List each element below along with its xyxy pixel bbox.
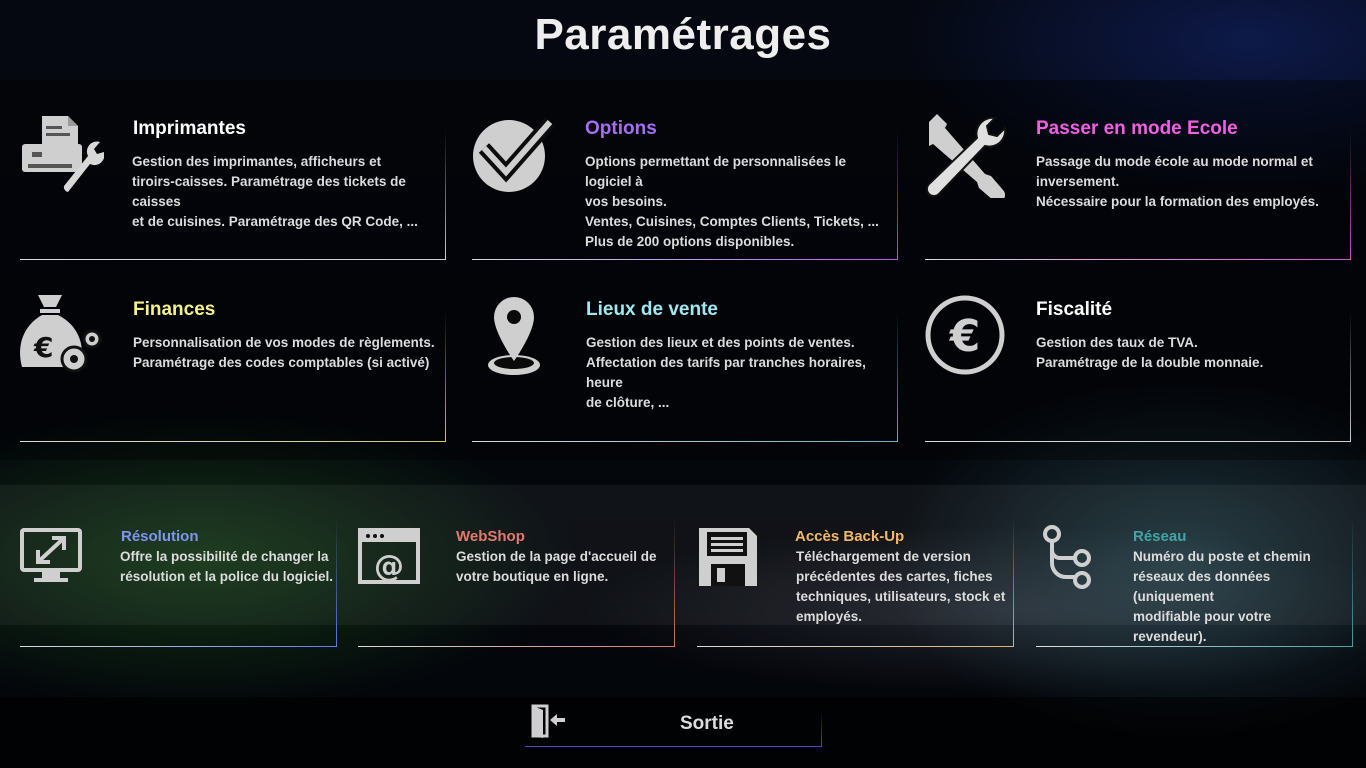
tile-edge [897, 312, 898, 442]
exit-edge [821, 711, 822, 747]
tile-edge [1350, 312, 1351, 442]
svg-text:€: € [949, 311, 981, 362]
tile-reseau[interactable]: Réseau Numéro du poste et chemin réseaux … [1036, 517, 1353, 647]
tile-underline [20, 259, 446, 260]
tile-description: Gestion des taux de TVA. Paramétrage de l… [1036, 335, 1264, 370]
tile-underline [925, 259, 1351, 260]
tile-underline [925, 441, 1351, 442]
tile-mode-ecole[interactable]: Passer en mode Ecole Passage du mode éco… [925, 110, 1351, 260]
tile-edge [445, 312, 446, 442]
tile-fiscalite[interactable]: € Fiscalité Gestion des taux de TVA. Para… [925, 291, 1351, 442]
tile-description: Téléchargement de version précédentes des… [796, 549, 1006, 624]
svg-text:@: @ [374, 549, 404, 584]
tile-edge [445, 130, 446, 260]
map-pin-icon [486, 295, 542, 377]
tile-underline [20, 441, 446, 442]
tile-underline [20, 646, 337, 647]
euro-circle-icon: € [925, 295, 1007, 377]
exit-door-icon [531, 704, 567, 743]
tile-edge [336, 517, 337, 647]
tile-title: Fiscalité [1036, 299, 1113, 320]
network-branch-icon [1040, 524, 1096, 590]
tile-underline [472, 441, 898, 442]
tile-title: Lieux de vente [586, 299, 718, 320]
tile-description: Gestion des imprimantes, afficheurs et ti… [132, 154, 418, 229]
tile-underline [358, 646, 675, 647]
exit-underline [525, 746, 822, 747]
tile-title: Passer en mode Ecole [1036, 118, 1238, 139]
checkmark-circle-icon [472, 118, 556, 194]
tools-icon [925, 112, 1009, 198]
tile-title: Options [585, 118, 657, 139]
tile-underline [697, 646, 1014, 647]
tile-description: Personnalisation de vos modes de règleme… [133, 335, 435, 370]
tile-description: Passage du mode école au mode normal et i… [1036, 154, 1319, 209]
tile-title: Accès Back-Up [795, 528, 905, 545]
tile-webshop[interactable]: @ WebShop Gestion de la page d'accueil d… [358, 517, 675, 647]
monitor-resize-icon [20, 528, 82, 584]
tile-edge [897, 130, 898, 260]
tile-title: Finances [133, 299, 216, 320]
tile-title: Résolution [121, 528, 199, 545]
tile-description: Gestion des lieux et des points de vente… [586, 335, 866, 410]
tile-finances[interactable]: € Finances Personnalisation de vos modes… [20, 291, 446, 442]
tile-description: Offre la possibilité de changer la résolu… [120, 549, 334, 584]
web-browser-at-icon: @ [358, 528, 420, 584]
tile-title: WebShop [456, 528, 525, 545]
tile-underline [1036, 646, 1353, 647]
tile-edge [674, 517, 675, 647]
tile-description: Numéro du poste et chemin réseaux des don… [1133, 549, 1311, 644]
tile-edge [1013, 517, 1014, 647]
tile-imprimantes[interactable]: Imprimantes Gestion des imprimantes, aff… [20, 110, 446, 260]
tile-title: Réseau [1133, 528, 1187, 545]
tile-lieux-de-vente[interactable]: Lieux de vente Gestion des lieux et des … [472, 291, 898, 442]
tile-description: Options permettant de personnalisées le … [585, 154, 879, 249]
tile-acces-back-up[interactable]: Accès Back-Up Téléchargement de version p… [697, 517, 1014, 647]
svg-text:€: € [33, 331, 53, 364]
tile-resolution[interactable]: Résolution Offre la possibilité de chang… [20, 517, 337, 647]
floppy-disk-icon [697, 526, 759, 588]
tile-description: Gestion de la page d'accueil de votre bou… [456, 549, 657, 584]
exit-label: Sortie [680, 713, 734, 734]
tile-underline [472, 259, 898, 260]
page-title: Paramétrages [534, 10, 832, 59]
tile-options[interactable]: Options Options permettant de personnali… [472, 110, 898, 260]
tile-title: Imprimantes [133, 118, 246, 139]
exit-button[interactable]: Sortie [525, 700, 822, 747]
tile-edge [1352, 517, 1353, 647]
printer-wrench-icon [20, 112, 104, 198]
tile-edge [1350, 130, 1351, 260]
money-bag-gears-icon: € [20, 293, 104, 379]
